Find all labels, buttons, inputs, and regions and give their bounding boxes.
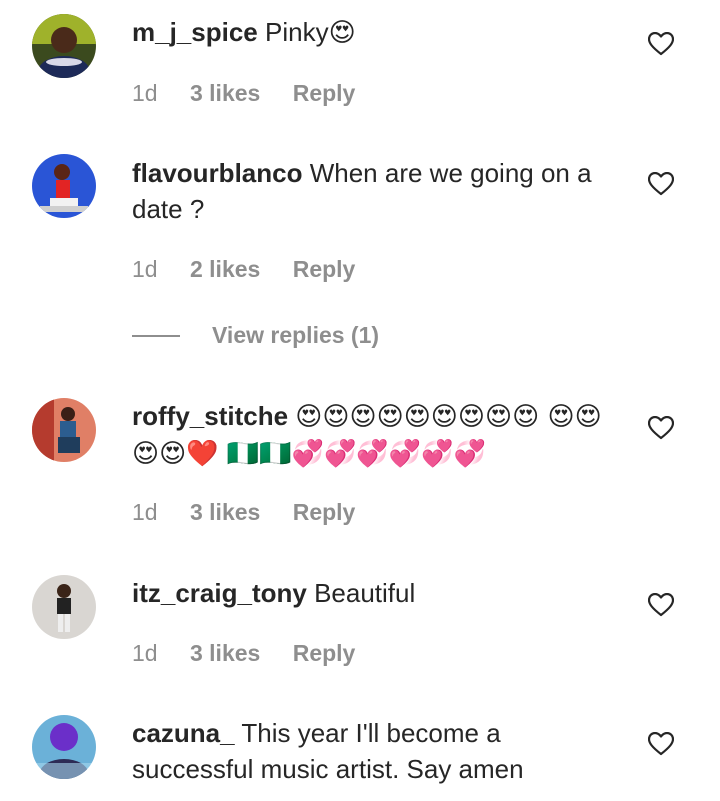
comment-likes[interactable]: 3 likes	[190, 499, 260, 525]
comment-meta: 1d 3 likes Reply	[132, 640, 381, 667]
reply-button[interactable]: Reply	[293, 80, 356, 106]
comment-time: 1d	[132, 80, 158, 106]
comment-body: flavourblanco When are we going on a dat…	[132, 155, 622, 227]
avatar[interactable]	[32, 575, 96, 639]
comment-text: Pinky😍	[264, 17, 356, 47]
comment-body: cazuna_ This year I'll become a successf…	[132, 715, 622, 787]
reply-button[interactable]: Reply	[293, 640, 356, 666]
comment-username[interactable]: flavourblanco	[132, 158, 302, 188]
comment-body: m_j_spice Pinky😍	[132, 14, 622, 50]
comment-username[interactable]: itz_craig_tony	[132, 578, 307, 608]
heart-outline-icon[interactable]	[648, 732, 674, 756]
heart-outline-icon[interactable]	[648, 172, 674, 196]
comment-meta: 1d 3 likes Reply	[132, 499, 381, 526]
view-replies-label: View replies (1)	[212, 322, 380, 348]
comment-text: Beautiful	[314, 578, 416, 608]
comment-time: 1d	[132, 640, 158, 666]
reply-button[interactable]: Reply	[293, 256, 356, 282]
comment-meta: 1d 3 likes Reply	[132, 80, 381, 107]
comment-likes[interactable]: 3 likes	[190, 80, 260, 106]
avatar[interactable]	[32, 398, 96, 462]
comment-username[interactable]: m_j_spice	[132, 17, 258, 47]
comment-body: itz_craig_tony Beautiful	[132, 575, 622, 611]
comment-time: 1d	[132, 256, 158, 282]
divider-line	[132, 334, 180, 337]
comment-likes[interactable]: 3 likes	[190, 640, 260, 666]
comment-username[interactable]: cazuna_	[132, 718, 235, 748]
comment-likes[interactable]: 2 likes	[190, 256, 260, 282]
avatar[interactable]	[32, 154, 96, 218]
reply-button[interactable]: Reply	[293, 499, 356, 525]
avatar[interactable]	[32, 14, 96, 78]
comment-body: roffy_stitche 😍😍😍😍😍😍😍😍😍 😍😍😍😍❤️ 🇳🇬🇳🇬💞💞💞💞💞…	[132, 398, 622, 472]
view-replies-button[interactable]: View replies (1)	[132, 322, 379, 349]
avatar[interactable]	[32, 715, 96, 779]
comment-meta: 1d 2 likes Reply	[132, 256, 381, 283]
comment-time: 1d	[132, 499, 158, 525]
comment-username[interactable]: roffy_stitche	[132, 401, 288, 431]
heart-outline-icon[interactable]	[648, 593, 674, 617]
heart-outline-icon[interactable]	[648, 416, 674, 440]
heart-outline-icon[interactable]	[648, 32, 674, 56]
